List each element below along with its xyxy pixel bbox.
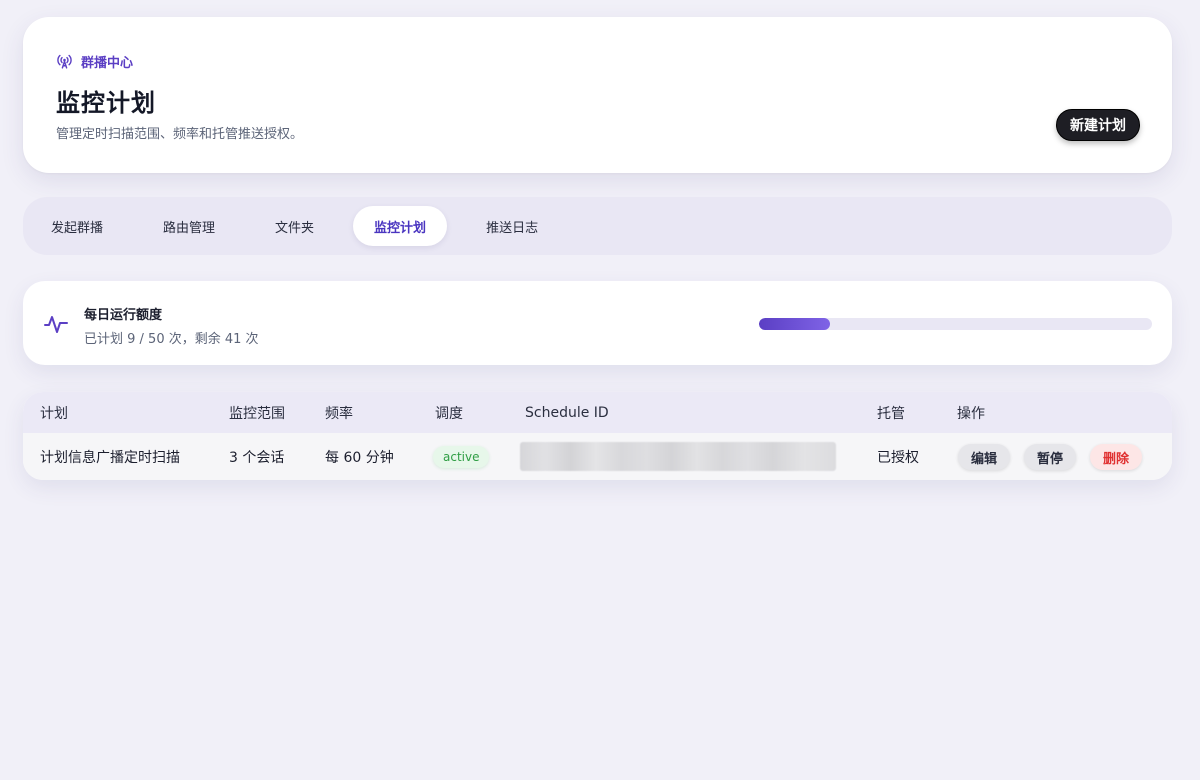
tab-broadcast[interactable]: 发起群播 bbox=[30, 206, 124, 246]
column-header-scope: 监控范围 bbox=[229, 405, 285, 422]
column-header-schedule-id: Schedule ID bbox=[525, 404, 609, 421]
eyebrow-label: 群播中心 bbox=[81, 56, 134, 71]
quota-progress-bar bbox=[759, 318, 1152, 330]
quota-title: 每日运行额度 bbox=[84, 308, 163, 323]
column-header-frequency: 频率 bbox=[325, 405, 353, 422]
schedule-id-redacted bbox=[520, 442, 836, 471]
table-row: 计划信息广播定时扫描 3 个会话 每 60 分钟 active 已授权 编辑 暂… bbox=[23, 433, 1172, 480]
status-badge: active bbox=[433, 445, 490, 468]
table-header: 计划 监控范围 频率 调度 Schedule ID 托管 操作 bbox=[23, 392, 1172, 433]
tab-folders[interactable]: 文件夹 bbox=[254, 206, 335, 246]
eyebrow: 群播中心 bbox=[56, 52, 133, 71]
delete-button[interactable]: 删除 bbox=[1090, 444, 1142, 470]
tab-routes[interactable]: 路由管理 bbox=[142, 206, 236, 246]
tabs-bar: 发起群播 路由管理 文件夹 监控计划 推送日志 bbox=[23, 197, 1172, 255]
column-header-schedule: 调度 bbox=[435, 405, 463, 422]
quota-progress-fill bbox=[759, 318, 830, 330]
plan-scope: 3 个会话 bbox=[229, 449, 285, 466]
schedule-id-cell bbox=[520, 433, 836, 480]
broadcast-icon bbox=[56, 53, 73, 70]
plan-frequency: 每 60 分钟 bbox=[325, 449, 394, 466]
schedule-status-cell: active bbox=[433, 433, 490, 480]
quota-detail: 已计划 9 / 50 次，剩余 41 次 bbox=[84, 332, 259, 347]
tab-monitor-plans[interactable]: 监控计划 bbox=[353, 206, 448, 246]
column-header-actions: 操作 bbox=[957, 405, 985, 422]
column-header-plan: 计划 bbox=[40, 405, 68, 422]
header-card: 群播中心 监控计划 管理定时扫描范围、频率和托管推送授权。 新建计划 bbox=[23, 17, 1172, 173]
column-header-hosting: 托管 bbox=[877, 405, 905, 422]
pause-button[interactable]: 暂停 bbox=[1024, 444, 1076, 470]
plan-name: 计划信息广播定时扫描 bbox=[40, 449, 180, 466]
edit-button[interactable]: 编辑 bbox=[958, 444, 1010, 470]
quota-card: 每日运行额度 已计划 9 / 50 次，剩余 41 次 bbox=[23, 281, 1172, 365]
hosting-status: 已授权 bbox=[877, 449, 919, 466]
tab-push-logs[interactable]: 推送日志 bbox=[465, 206, 559, 246]
page-title: 监控计划 bbox=[56, 89, 156, 117]
activity-pulse-icon bbox=[43, 311, 69, 337]
page-subtitle: 管理定时扫描范围、频率和托管推送授权。 bbox=[56, 127, 304, 142]
new-plan-button[interactable]: 新建计划 bbox=[1056, 109, 1140, 141]
page: 群播中心 监控计划 管理定时扫描范围、频率和托管推送授权。 新建计划 发起群播 … bbox=[0, 0, 1200, 780]
plans-table: 计划 监控范围 频率 调度 Schedule ID 托管 操作 计划信息广播定时… bbox=[23, 392, 1172, 480]
